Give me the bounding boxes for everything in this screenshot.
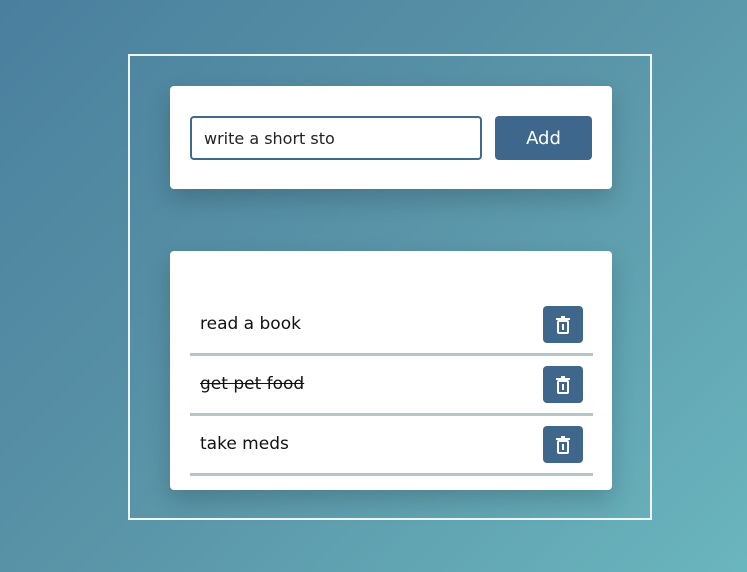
task-item[interactable]: read a book <box>190 296 593 356</box>
task-label: take meds <box>200 434 289 454</box>
trash-icon <box>554 375 572 395</box>
task-list-card: read a book get pet food take meds <box>170 251 612 490</box>
delete-button[interactable] <box>543 426 583 463</box>
input-card: Add <box>170 86 612 189</box>
task-list: read a book get pet food take meds <box>190 296 593 476</box>
trash-icon <box>554 315 572 335</box>
trash-icon <box>554 435 572 455</box>
add-button[interactable]: Add <box>495 116 592 160</box>
delete-button[interactable] <box>543 366 583 403</box>
task-label: get pet food <box>200 374 305 394</box>
task-label: read a book <box>200 314 301 334</box>
task-input[interactable] <box>190 116 482 160</box>
task-item[interactable]: get pet food <box>190 356 593 416</box>
delete-button[interactable] <box>543 306 583 343</box>
task-item[interactable]: take meds <box>190 416 593 476</box>
